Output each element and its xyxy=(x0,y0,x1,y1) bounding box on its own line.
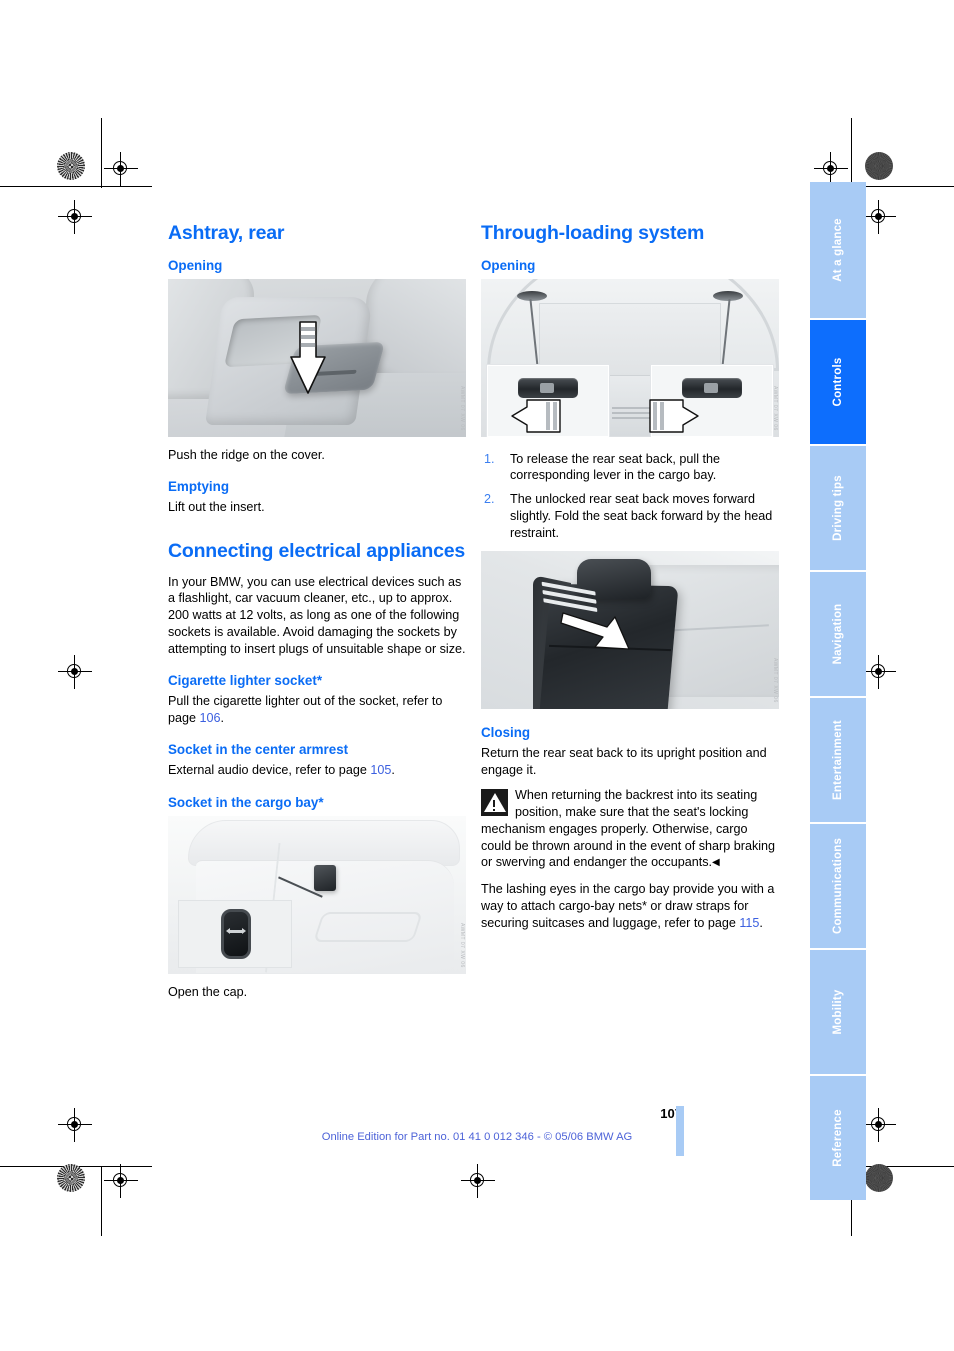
chapter-tab-rail: At a glance Controls Driving tips Naviga… xyxy=(810,182,866,1202)
step-number: 2. xyxy=(484,492,495,507)
registration-mark-top-left xyxy=(104,152,138,186)
registration-mark-top-right xyxy=(814,152,848,186)
socket-plug-icon xyxy=(221,908,251,959)
heading-ashtray-emptying: Emptying xyxy=(168,479,230,495)
caption-socket-cargo-bay: Open the cap. xyxy=(168,984,248,999)
list-item: 1. To release the rear seat back, pull t… xyxy=(481,451,779,484)
text-lashing-eyes: The lashing eyes in the cargo bay provid… xyxy=(481,881,779,931)
diagonal-arrow-icon xyxy=(559,609,631,655)
tab-label: Navigation xyxy=(832,603,844,665)
heading-socket-center-armrest: Socket in the center armrest xyxy=(168,742,349,758)
lever-detail-inset-right xyxy=(648,364,773,437)
text-electrical-intro: In your BMW, you can use electrical devi… xyxy=(168,574,466,656)
tab-driving-tips[interactable]: Driving tips xyxy=(810,446,866,570)
text-through-loading-closing: Return the rear seat back to its upright… xyxy=(481,745,767,777)
crop-line-bottom-left-vert xyxy=(101,1166,103,1236)
step-text: The unlocked rear seat back moves forwar… xyxy=(510,492,773,540)
through-loading-steps: 1. To release the rear seat back, pull t… xyxy=(481,451,779,542)
tab-label: Communications xyxy=(832,837,844,935)
tab-label: Driving tips xyxy=(832,475,844,541)
crop-line-top-left-vert xyxy=(101,118,103,188)
crop-line-bottom-right xyxy=(852,1166,954,1168)
heading-cigarette-lighter-socket: Cigarette lighter socket* xyxy=(168,673,323,689)
density-patch-mark-top-right xyxy=(865,152,893,180)
text-cigarette-lighter-socket: Pull the cigarette lighter out of the so… xyxy=(168,693,466,726)
tab-label: At a glance xyxy=(832,218,844,282)
cargo-socket-cap-icon xyxy=(314,864,336,891)
figure-code: AWMT 07 XW 06 xyxy=(772,658,778,704)
density-patch-mark-bottom-right xyxy=(865,1164,893,1192)
footer-online-edition-note: Online Edition for Part no. 01 41 0 012 … xyxy=(321,1131,633,1143)
warning-end-mark: ◀ xyxy=(712,857,720,869)
tab-controls[interactable]: Controls xyxy=(810,320,866,444)
crop-line-top-left xyxy=(0,186,152,188)
tab-entertainment[interactable]: Entertainment xyxy=(810,698,866,822)
registration-mark-footer-left xyxy=(104,1164,138,1198)
step-text: To release the rear seat back, pull the … xyxy=(510,451,721,483)
page-reference-115[interactable]: 115 xyxy=(739,916,759,930)
text-socket-center-armrest: External audio device, refer to page 105… xyxy=(168,762,466,779)
manual-page: Ashtray, rear Opening AWMT 07 XW 06 Push… xyxy=(0,0,954,1351)
armrest-text-after: . xyxy=(391,763,395,778)
left-column: Ashtray, rear Opening AWMT 07 XW 06 Push… xyxy=(168,222,466,1000)
registration-mark-mid-left xyxy=(58,200,92,234)
figure-folded-rear-seat: AWMT 07 XW 06 xyxy=(481,551,779,710)
tab-label: Mobility xyxy=(832,989,844,1035)
warning-note: When returning the backrest into its sea… xyxy=(481,787,779,871)
lashing-text-after: . xyxy=(759,915,763,930)
crop-line-top-right xyxy=(852,186,954,188)
down-arrow-icon xyxy=(290,320,326,395)
figure-cargo-bay-levers: AWMT 07 XW 06 xyxy=(481,278,779,437)
warning-text: When returning the backrest into its sea… xyxy=(481,788,776,870)
armrest-text-before: External audio device, refer to page xyxy=(168,763,371,778)
registration-mark-center-right xyxy=(862,655,896,689)
tab-label: Entertainment xyxy=(832,720,844,800)
heading-through-loading-opening: Opening xyxy=(481,257,536,273)
tab-at-a-glance[interactable]: At a glance xyxy=(810,182,866,318)
page-reference-106[interactable]: 106 xyxy=(200,711,221,725)
right-column: Through-loading system Opening AWMT 07 X… xyxy=(481,222,779,931)
left-arrow-icon xyxy=(510,398,561,433)
tab-communications[interactable]: Communications xyxy=(810,824,866,948)
caption-ashtray-opening: Push the ridge on the cover. xyxy=(168,447,325,462)
lever-detail-inset-left xyxy=(487,364,609,437)
tab-label: Controls xyxy=(832,357,844,407)
text-ashtray-emptying: Lift out the insert. xyxy=(168,500,265,515)
release-lever-left-icon xyxy=(518,377,578,398)
registration-mark-center-left xyxy=(58,655,92,689)
heading-through-loading-closing: Closing xyxy=(481,725,531,741)
page-title-connecting-electrical-appliances: Connecting electrical appliances xyxy=(168,539,466,562)
heading-socket-cargo-bay: Socket in the cargo bay* xyxy=(168,794,324,810)
step-number: 1. xyxy=(484,451,495,466)
page-reference-105[interactable]: 105 xyxy=(370,763,391,777)
right-arrow-icon xyxy=(648,398,699,433)
tab-navigation[interactable]: Navigation xyxy=(810,572,866,696)
star-target-mark-bottom-left xyxy=(57,1164,85,1192)
release-lever-right-icon xyxy=(682,377,742,398)
page-title-ashtray: Ashtray, rear xyxy=(168,222,285,244)
figure-ashtray-opening: AWMT 07 XW 06 xyxy=(168,278,466,437)
list-item: 2. The unlocked rear seat back moves for… xyxy=(481,491,779,541)
warning-triangle-icon xyxy=(481,789,508,817)
socket-detail-inset xyxy=(178,899,292,968)
page-title-through-loading-system: Through-loading system xyxy=(481,222,705,244)
crop-line-top-right-vert xyxy=(851,118,853,188)
figure-code: AWMT 07 XW 06 xyxy=(459,922,465,968)
registration-mark-mid-right xyxy=(862,200,896,234)
figure-code: AWMT 07 XW 06 xyxy=(459,385,465,431)
tab-mobility[interactable]: Mobility xyxy=(810,950,866,1074)
figure-socket-cargo-bay: AWMT 07 XW 06 xyxy=(168,815,466,974)
heading-ashtray-opening: Opening xyxy=(168,257,223,273)
lashing-eye-left-icon xyxy=(517,290,547,301)
star-target-mark-top-left xyxy=(57,152,85,180)
figure-code: AWMT 07 XW 06 xyxy=(772,385,778,431)
registration-mark-footer-center xyxy=(461,1164,495,1198)
lighter-text-after: . xyxy=(220,710,225,725)
